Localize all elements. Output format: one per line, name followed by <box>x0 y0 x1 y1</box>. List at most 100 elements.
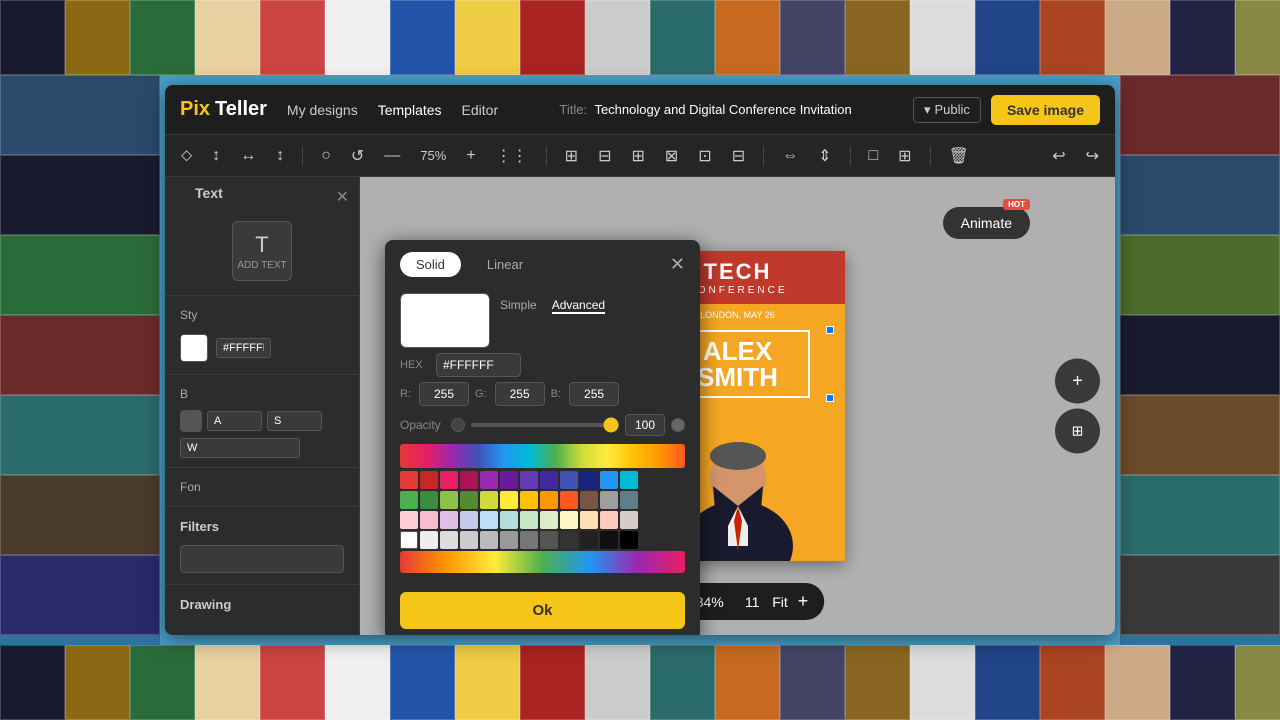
swatch[interactable] <box>400 511 418 529</box>
solid-tab[interactable]: Solid <box>400 252 461 277</box>
swatch[interactable] <box>460 471 478 489</box>
shape-tool[interactable]: ⬦ <box>175 143 198 169</box>
border-color-swatch[interactable] <box>180 410 202 432</box>
advanced-label[interactable]: Advanced <box>552 298 605 314</box>
swatch[interactable] <box>480 471 498 489</box>
b-input[interactable] <box>569 382 619 406</box>
swatch[interactable] <box>600 531 618 549</box>
opacity-info[interactable] <box>671 418 685 432</box>
filters-control[interactable] <box>180 545 344 573</box>
opacity-toggle[interactable] <box>451 418 465 432</box>
swatch[interactable] <box>560 531 578 549</box>
color-text-input[interactable] <box>216 338 271 358</box>
swatch[interactable] <box>500 491 518 509</box>
swatch[interactable] <box>440 471 458 489</box>
swatch[interactable] <box>560 511 578 529</box>
swatch[interactable] <box>580 511 598 529</box>
zoom-in-button[interactable]: + <box>798 591 809 612</box>
zoom-in-tool[interactable]: + <box>460 143 481 169</box>
swatch[interactable] <box>580 531 598 549</box>
align-center-tool[interactable]: ⊟ <box>592 142 617 170</box>
dots-tool[interactable]: ⋮⋮ <box>490 142 534 170</box>
flip-vert-tool[interactable]: ⇕ <box>812 142 837 170</box>
swatch[interactable] <box>400 471 418 489</box>
swatch[interactable] <box>560 471 578 489</box>
swatch[interactable] <box>420 531 438 549</box>
selection-handle-tr[interactable] <box>826 326 834 334</box>
swatch[interactable] <box>500 511 518 529</box>
border-size-input[interactable] <box>207 411 262 431</box>
swatch[interactable] <box>460 491 478 509</box>
swatch[interactable] <box>580 491 598 509</box>
swatch[interactable] <box>600 511 618 529</box>
swatch[interactable] <box>400 491 418 509</box>
rainbow-swatch[interactable] <box>400 444 685 468</box>
swatch[interactable] <box>500 471 518 489</box>
swatch[interactable] <box>580 471 598 489</box>
swatch[interactable] <box>420 471 438 489</box>
swatch[interactable] <box>500 531 518 549</box>
opacity-slider[interactable] <box>471 423 619 427</box>
swatch[interactable] <box>520 511 538 529</box>
r-input[interactable] <box>419 382 469 406</box>
move-horiz-tool[interactable]: ↔ <box>234 143 262 169</box>
swatch[interactable] <box>540 531 558 549</box>
close-panel-button[interactable]: ✕ <box>336 187 349 207</box>
reset-rotate-tool[interactable]: ↺ <box>345 142 370 170</box>
swatch[interactable] <box>600 471 618 489</box>
align-top-tool[interactable]: ⊠ <box>659 142 684 170</box>
visibility-button[interactable]: ▾ Public <box>913 97 981 123</box>
fit-button[interactable]: Fit <box>772 594 788 610</box>
layers-button[interactable]: ⊞ <box>1055 409 1100 454</box>
group-tool[interactable]: □ <box>863 143 885 169</box>
swatch[interactable] <box>460 511 478 529</box>
swatch[interactable] <box>440 531 458 549</box>
swatch[interactable] <box>420 511 438 529</box>
swatch[interactable] <box>620 471 638 489</box>
add-element-button[interactable]: + <box>1055 359 1100 404</box>
swatch[interactable] <box>460 531 478 549</box>
ok-button[interactable]: Ok <box>400 592 685 629</box>
rainbow-bottom-swatch[interactable] <box>400 551 685 573</box>
move-vert-tool[interactable]: ↕ <box>270 143 290 169</box>
swatch[interactable] <box>540 511 558 529</box>
align-left-tool[interactable]: ⊞ <box>559 142 584 170</box>
border-style-input[interactable] <box>267 411 322 431</box>
nav-templates[interactable]: Templates <box>378 102 442 118</box>
add-text-button[interactable]: T ADD TEXT <box>232 221 292 281</box>
flip-horiz-tool[interactable]: ⇔ <box>776 143 804 169</box>
swatch[interactable] <box>520 471 538 489</box>
color-swatch-white[interactable] <box>180 334 208 362</box>
swatch[interactable] <box>420 491 438 509</box>
swatch[interactable] <box>400 531 418 549</box>
selection-handle-br[interactable] <box>826 394 834 402</box>
animate-button[interactable]: Animate HOT <box>943 207 1030 239</box>
swatch[interactable] <box>620 511 638 529</box>
rotate-tool[interactable]: ○ <box>315 143 337 169</box>
g-input[interactable] <box>495 382 545 406</box>
nav-editor[interactable]: Editor <box>462 102 499 118</box>
save-image-button[interactable]: Save image <box>991 95 1100 125</box>
swatch[interactable] <box>560 491 578 509</box>
swatch[interactable] <box>600 491 618 509</box>
swatch[interactable] <box>440 511 458 529</box>
move-up-tool[interactable]: ↕ <box>206 143 226 169</box>
swatch[interactable] <box>620 531 638 549</box>
delete-tool[interactable]: 🗑 <box>943 142 975 170</box>
color-preview-box[interactable] <box>400 293 490 348</box>
swatch[interactable] <box>480 511 498 529</box>
linear-tab[interactable]: Linear <box>471 252 539 277</box>
align-middle-tool[interactable]: ⊡ <box>692 142 717 170</box>
zoom-out-tool[interactable]: — <box>378 143 406 169</box>
align-bottom-tool[interactable]: ⊟ <box>726 142 751 170</box>
redo-tool[interactable]: ↪ <box>1080 142 1105 170</box>
swatch[interactable] <box>440 491 458 509</box>
swatch[interactable] <box>480 531 498 549</box>
ungroup-tool[interactable]: ⊞ <box>892 142 917 170</box>
dialog-close-button[interactable]: ✕ <box>670 254 685 275</box>
align-right-tool[interactable]: ⊞ <box>625 142 650 170</box>
swatch[interactable] <box>520 531 538 549</box>
swatch[interactable] <box>520 491 538 509</box>
swatch[interactable] <box>480 491 498 509</box>
swatch[interactable] <box>540 491 558 509</box>
